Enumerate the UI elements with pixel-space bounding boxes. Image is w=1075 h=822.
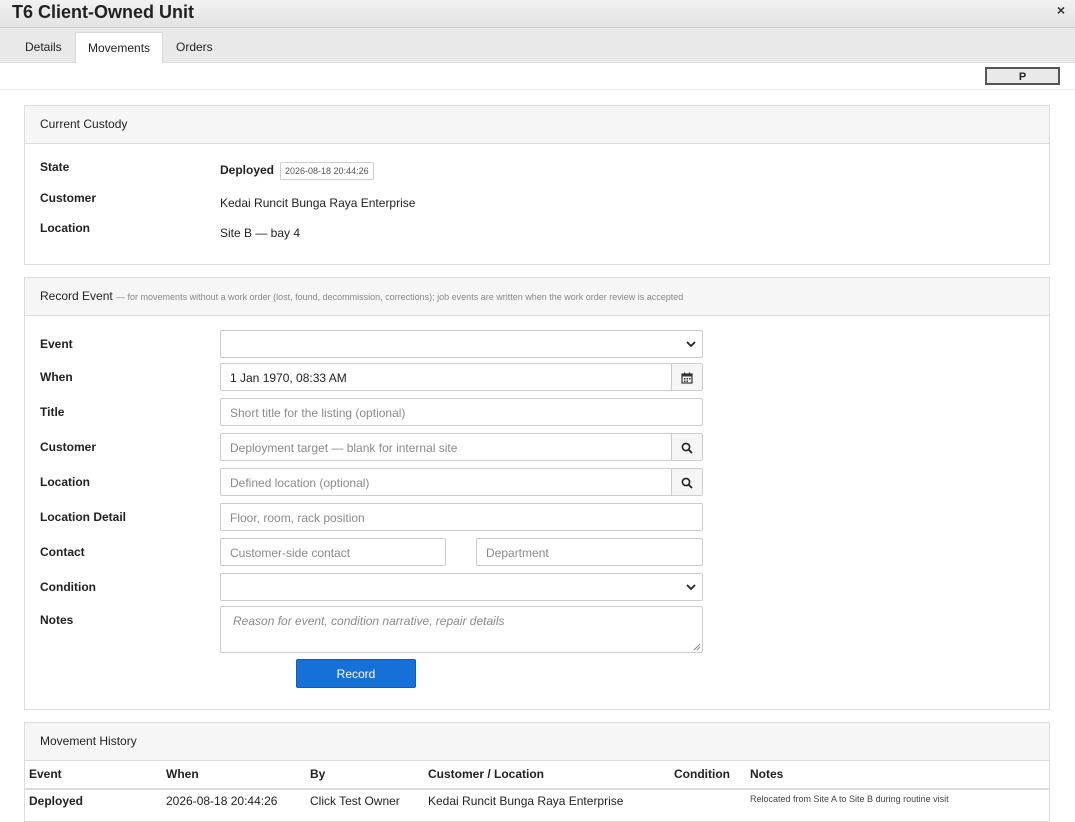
state-value: Deployed — [220, 163, 275, 178]
history-heading: Movement History — [25, 723, 1049, 761]
tab-bar: Details Movements Orders — [0, 28, 1075, 63]
col-customer-location[interactable]: Customer / Location — [424, 760, 670, 790]
tab-orders[interactable]: Orders — [164, 32, 225, 62]
condition-label: Condition — [40, 580, 96, 594]
when-input[interactable]: 1 Jan 1970, 08:33 AM — [220, 363, 703, 391]
search-icon[interactable] — [671, 469, 702, 495]
customer-label: Customer — [40, 191, 97, 205]
when-value: 1 Jan 1970, 08:33 AM — [230, 371, 347, 385]
event-select[interactable] — [220, 330, 703, 358]
when-label: When — [40, 370, 73, 384]
tab-details[interactable]: Details — [13, 32, 74, 62]
title-bar: T6 Client-Owned Unit × — [0, 0, 1075, 28]
current-custody-panel: Current Custody State Deployed 2026-08-18… — [24, 105, 1050, 265]
col-by[interactable]: By — [306, 760, 424, 790]
p-button[interactable]: P — [985, 67, 1060, 85]
event-label: Event — [40, 337, 73, 351]
location-input[interactable]: Defined location (optional) — [220, 468, 703, 496]
title-placeholder: Short title for the listing (optional) — [230, 406, 406, 420]
record-customer-label: Customer — [40, 440, 97, 454]
location-detail-placeholder: Floor, room, rack position — [230, 511, 365, 525]
row-customer: Kedai Runcit Bunga Raya Enterprise — [428, 794, 624, 808]
location-detail-label: Location Detail — [40, 510, 127, 524]
notes-textarea[interactable]: Reason for event, condition narrative, r… — [220, 606, 703, 653]
custody-heading: Current Custody — [25, 106, 1049, 144]
search-icon[interactable] — [671, 434, 702, 460]
col-when[interactable]: When — [162, 760, 306, 790]
record-location-label: Location — [40, 475, 90, 489]
record-heading-bar: Record Event — for movements without a w… — [25, 278, 1049, 316]
window-title: T6 Client-Owned Unit — [12, 2, 194, 22]
contact-placeholder: Customer-side contact — [230, 546, 351, 560]
history-table: Event When By Customer / Location Condit… — [25, 760, 1049, 812]
chevron-down-icon — [686, 336, 696, 355]
row-notes: Relocated from Site A to Site B during r… — [750, 794, 949, 804]
record-heading: Record Event — [40, 289, 113, 303]
row-when: 2026-08-18 20:44:26 — [166, 794, 278, 808]
table-row[interactable]: Deployed 2026-08-18 20:44:26 Click Test … — [25, 789, 1049, 812]
location-value: Site B — bay 4 — [220, 226, 301, 240]
record-button[interactable]: Record — [296, 659, 416, 688]
chevron-down-icon — [686, 579, 696, 598]
customer-value: Kedai Runcit Bunga Raya Enterprise — [220, 196, 416, 210]
notes-label: Notes — [40, 613, 74, 627]
row-condition — [670, 789, 746, 812]
notes-placeholder: Reason for event, condition narrative, r… — [233, 614, 505, 628]
location-label: Location — [40, 221, 90, 235]
department-input[interactable]: Department — [476, 538, 703, 566]
record-subheading: — for movements without a work order (lo… — [116, 292, 684, 302]
record-event-panel: Record Event — for movements without a w… — [24, 277, 1050, 710]
row-by: Click Test Owner — [310, 794, 400, 808]
state-label: State — [40, 160, 70, 174]
resize-handle-icon[interactable] — [693, 643, 701, 651]
contact-input[interactable]: Customer-side contact — [220, 538, 446, 566]
customer-input[interactable]: Deployment target — blank for internal s… — [220, 433, 703, 461]
close-icon[interactable]: × — [1057, 2, 1065, 18]
tab-movements[interactable]: Movements — [75, 32, 164, 63]
col-notes[interactable]: Notes — [746, 760, 1049, 790]
row-event: Deployed — [29, 794, 84, 808]
col-event[interactable]: Event — [25, 760, 162, 790]
department-placeholder: Department — [486, 546, 549, 560]
movement-history-panel: Movement History Event When By Customer … — [24, 722, 1050, 822]
contact-label: Contact — [40, 545, 85, 559]
calendar-icon[interactable] — [671, 364, 702, 390]
state-value-wrap: Deployed 2026-08-18 20:44:26 — [220, 162, 374, 180]
table-header-row: Event When By Customer / Location Condit… — [25, 760, 1049, 790]
title-label: Title — [40, 405, 65, 419]
action-bar: P — [0, 63, 1075, 90]
title-input[interactable]: Short title for the listing (optional) — [220, 398, 703, 426]
state-timestamp: 2026-08-18 20:44:26 — [280, 162, 374, 180]
condition-select[interactable] — [220, 573, 703, 601]
col-condition[interactable]: Condition — [670, 760, 746, 790]
customer-placeholder: Deployment target — blank for internal s… — [230, 441, 458, 455]
location-detail-input[interactable]: Floor, room, rack position — [220, 503, 703, 531]
location-placeholder: Defined location (optional) — [230, 476, 370, 490]
